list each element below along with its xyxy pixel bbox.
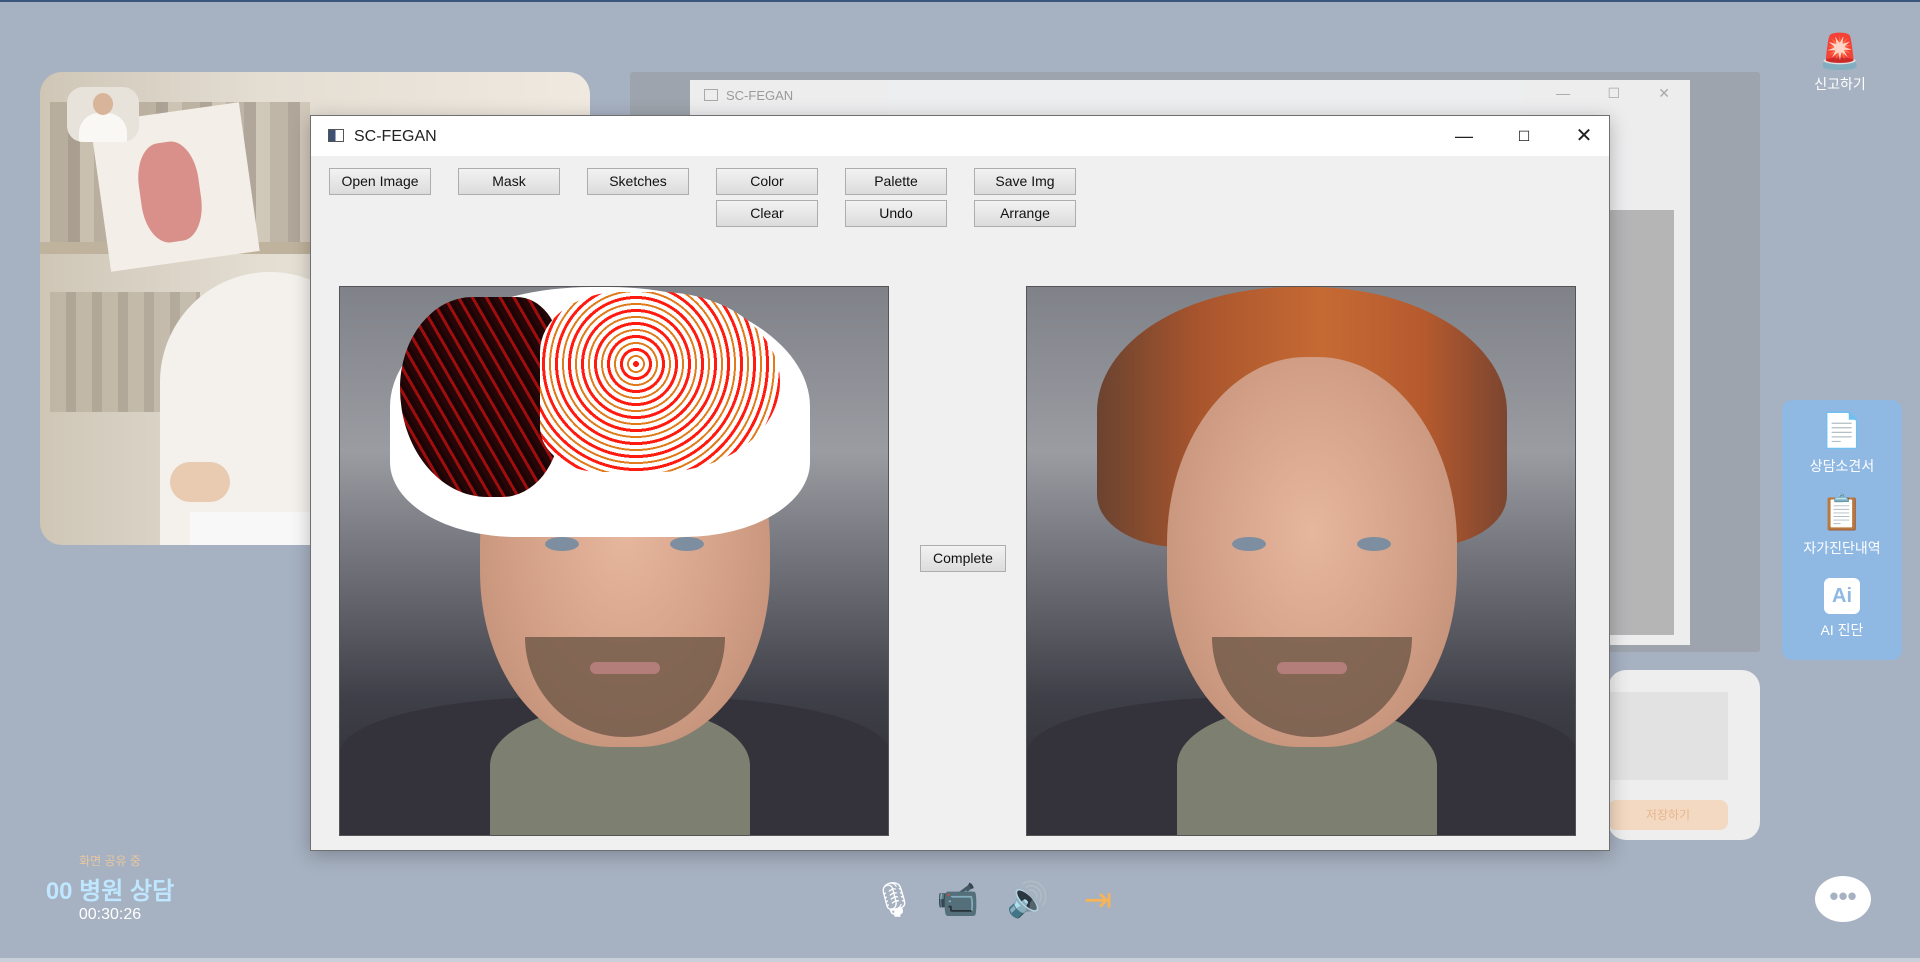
- maximize-icon: ☐: [1607, 85, 1620, 101]
- right-eye: [670, 537, 704, 551]
- self-diagnosis-history-button[interactable]: 📋 자가진단내역: [1782, 494, 1902, 558]
- microphone-icon[interactable]: 🎙: [870, 880, 918, 920]
- side-item-label: AI 진단: [1820, 622, 1864, 638]
- speaker-icon[interactable]: 🔊: [1004, 880, 1052, 920]
- sketches-button[interactable]: Sketches: [587, 168, 689, 195]
- self-figure-head: [93, 93, 113, 115]
- arrange-button[interactable]: Arrange: [974, 200, 1076, 227]
- ai-diagnosis-button[interactable]: Ai AI 진단: [1782, 578, 1902, 640]
- app-icon: [328, 129, 344, 142]
- output-canvas: [1026, 286, 1576, 836]
- session-info: 화면 공유 중 00 병원 상담 00:30:26: [40, 852, 180, 924]
- self-video-thumbnail[interactable]: [67, 87, 139, 142]
- background-window-title: SC-FEGAN: [726, 88, 794, 103]
- right-eye: [1357, 537, 1391, 551]
- input-canvas[interactable]: [339, 286, 889, 836]
- screen-sharing-status: 화면 공유 중: [79, 854, 141, 868]
- notes-field[interactable]: [1608, 692, 1728, 780]
- mouth: [1277, 662, 1347, 674]
- minimize-icon: —: [1556, 85, 1570, 101]
- red-color-sketch: [540, 292, 780, 472]
- top-border: [0, 0, 1920, 2]
- ai-icon: Ai: [1824, 578, 1860, 614]
- session-timer: 00:30:26: [78, 906, 142, 923]
- notes-card: 저장하기: [1608, 670, 1760, 840]
- undo-button[interactable]: Undo: [845, 200, 947, 227]
- clipboard-plus-icon: 📋: [1820, 494, 1864, 532]
- session-title: 00 병원 상담: [45, 878, 175, 905]
- maximize-button[interactable]: ☐: [1501, 122, 1547, 150]
- video-camera-icon[interactable]: 📹: [934, 880, 982, 920]
- color-button[interactable]: Color: [716, 168, 818, 195]
- document-user-icon: 📄: [1820, 412, 1864, 450]
- doctor-hand: [170, 462, 230, 502]
- side-menu: 📄 상담소견서 📋 자가진단내역 Ai AI 진단: [1782, 400, 1902, 660]
- bottom-border: [0, 958, 1920, 962]
- window-titlebar: SC-FEGAN — ☐ ✕: [311, 116, 1609, 156]
- complete-button[interactable]: Complete: [920, 545, 1006, 572]
- consultation-opinion-button[interactable]: 📄 상담소견서: [1782, 412, 1902, 476]
- side-item-label: 상담소견서: [1809, 458, 1875, 474]
- chat-icon[interactable]: •••: [1815, 876, 1871, 922]
- report-button[interactable]: 🚨 신고하기: [1800, 30, 1880, 94]
- siren-icon: 🚨: [1818, 33, 1862, 71]
- mouth: [590, 662, 660, 674]
- sc-fegan-window: SC-FEGAN — ☐ ✕ Open Image Mask Sketches …: [310, 115, 1610, 851]
- window-title: SC-FEGAN: [354, 128, 437, 145]
- clear-button[interactable]: Clear: [716, 200, 818, 227]
- self-figure-body: [79, 113, 127, 142]
- left-eye: [1232, 537, 1266, 551]
- exit-icon[interactable]: ⇥: [1074, 880, 1122, 920]
- save-img-button[interactable]: Save Img: [974, 168, 1076, 195]
- side-item-label: 자가진단내역: [1803, 540, 1881, 556]
- minimize-button[interactable]: —: [1441, 122, 1487, 150]
- palette-button[interactable]: Palette: [845, 168, 947, 195]
- close-button[interactable]: ✕: [1561, 122, 1607, 150]
- app-icon: [704, 89, 718, 101]
- open-image-button[interactable]: Open Image: [329, 168, 431, 195]
- close-icon: ✕: [1658, 85, 1670, 101]
- background-canvas: [1608, 210, 1674, 635]
- save-notes-button[interactable]: 저장하기: [1608, 800, 1728, 830]
- left-eye: [545, 537, 579, 551]
- report-label: 신고하기: [1814, 76, 1866, 92]
- mask-button[interactable]: Mask: [458, 168, 560, 195]
- background-titlebar: SC-FEGAN — ☐ ✕: [690, 80, 1690, 110]
